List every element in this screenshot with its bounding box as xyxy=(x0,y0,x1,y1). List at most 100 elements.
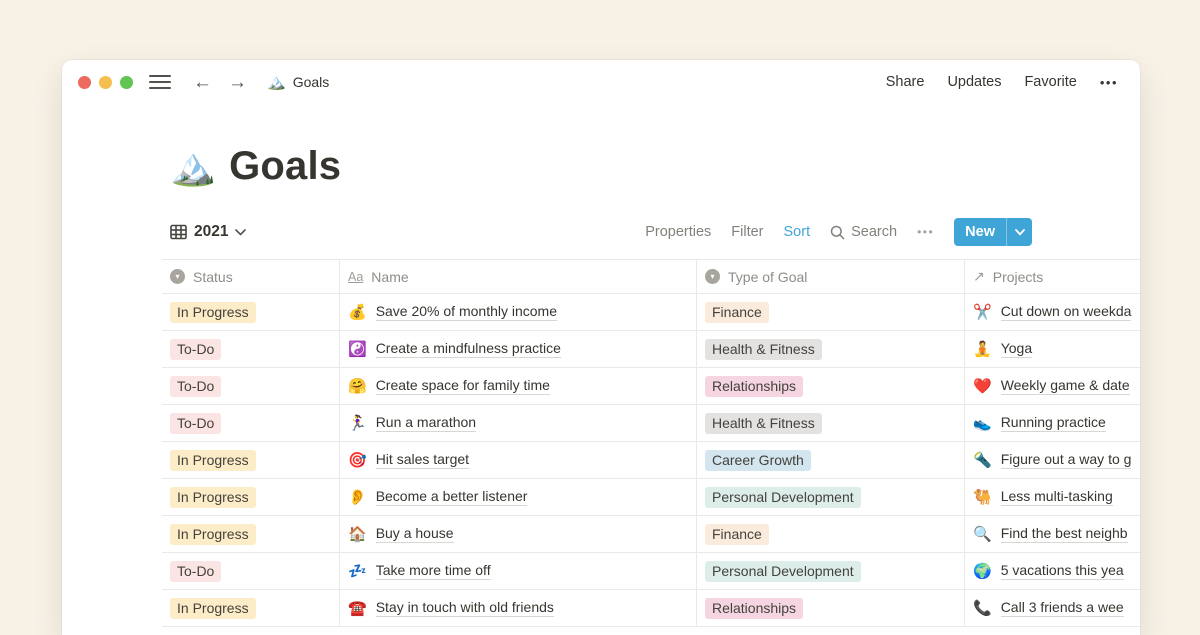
status-cell[interactable]: To-Do xyxy=(162,553,340,589)
back-arrow-icon[interactable]: ← xyxy=(193,73,212,92)
status-cell[interactable]: In Progress xyxy=(162,294,340,330)
table-row[interactable]: To-Do 🏃‍♀️ Run a marathon Health & Fitne… xyxy=(162,405,1140,442)
type-of-goal-cell[interactable]: Finance xyxy=(697,516,965,552)
name-cell[interactable]: 🤗 Create space for family time xyxy=(340,368,697,404)
goal-title-link[interactable]: Save 20% of monthly income xyxy=(376,303,557,321)
new-button-label[interactable]: New xyxy=(954,218,1006,246)
goal-title-link[interactable]: Create a mindfulness practice xyxy=(376,340,561,358)
status-badge[interactable]: To-Do xyxy=(170,413,221,434)
projects-cell[interactable]: 👟 Running practice xyxy=(965,405,1140,441)
type-badge[interactable]: Relationships xyxy=(705,376,803,397)
status-badge[interactable]: In Progress xyxy=(170,524,256,545)
status-badge[interactable]: To-Do xyxy=(170,561,221,582)
status-badge[interactable]: In Progress xyxy=(170,450,256,471)
status-cell[interactable]: In Progress xyxy=(162,590,340,626)
name-cell[interactable]: 🎯 Hit sales target xyxy=(340,442,697,478)
status-cell[interactable]: In Progress xyxy=(162,516,340,552)
status-cell[interactable]: In Progress xyxy=(162,442,340,478)
goal-title-link[interactable]: Stay in touch with old friends xyxy=(376,599,554,617)
status-cell[interactable]: To-Do xyxy=(162,405,340,441)
project-title-link[interactable]: Less multi-tasking xyxy=(1001,488,1113,506)
status-badge[interactable]: To-Do xyxy=(170,376,221,397)
status-badge[interactable]: In Progress xyxy=(170,487,256,508)
table-row[interactable]: To-Do 🤗 Create space for family time Rel… xyxy=(162,368,1140,405)
status-cell[interactable]: To-Do xyxy=(162,368,340,404)
goal-title-link[interactable]: Take more time off xyxy=(376,562,491,580)
favorite-button[interactable]: Favorite xyxy=(1024,74,1076,90)
column-header-status[interactable]: ▾ Status xyxy=(162,260,340,293)
more-options-icon[interactable]: ••• xyxy=(1100,75,1118,90)
filter-button[interactable]: Filter xyxy=(731,224,763,240)
project-title-link[interactable]: Call 3 friends a wee xyxy=(1001,599,1124,617)
projects-cell[interactable]: 🌍 5 vacations this yea xyxy=(965,553,1140,589)
name-cell[interactable]: 👂 Become a better listener xyxy=(340,479,697,515)
projects-cell[interactable]: 🔍 Find the best neighb xyxy=(965,516,1140,552)
updates-button[interactable]: Updates xyxy=(947,74,1001,90)
forward-arrow-icon[interactable]: → xyxy=(228,73,247,92)
status-badge[interactable]: In Progress xyxy=(170,302,256,323)
type-badge[interactable]: Health & Fitness xyxy=(705,339,822,360)
projects-cell[interactable]: 📞 Call 3 friends a wee xyxy=(965,590,1140,626)
type-of-goal-cell[interactable]: Career Growth xyxy=(697,442,965,478)
name-cell[interactable]: 🏃‍♀️ Run a marathon xyxy=(340,405,697,441)
view-more-icon[interactable]: ••• xyxy=(917,225,934,239)
table-row[interactable]: In Progress 🎯 Hit sales target Career Gr… xyxy=(162,442,1140,479)
name-cell[interactable]: 🏠 Buy a house xyxy=(340,516,697,552)
view-switcher[interactable]: 2021 xyxy=(170,223,246,241)
table-row[interactable]: In Progress 💰 Save 20% of monthly income… xyxy=(162,294,1140,331)
project-title-link[interactable]: Yoga xyxy=(1001,340,1032,358)
type-of-goal-cell[interactable]: Health & Fitness xyxy=(697,331,965,367)
type-of-goal-cell[interactable]: Health & Fitness xyxy=(697,405,965,441)
close-window-button[interactable] xyxy=(78,76,91,89)
type-badge[interactable]: Personal Development xyxy=(705,487,861,508)
status-cell[interactable]: To-Do xyxy=(162,331,340,367)
type-badge[interactable]: Career Growth xyxy=(705,450,811,471)
zoom-window-button[interactable] xyxy=(120,76,133,89)
type-badge[interactable]: Relationships xyxy=(705,598,803,619)
goal-title-link[interactable]: Create space for family time xyxy=(376,377,550,395)
goal-title-link[interactable]: Run a marathon xyxy=(376,414,476,432)
table-row[interactable]: To-Do ☯️ Create a mindfulness practice H… xyxy=(162,331,1140,368)
type-of-goal-cell[interactable]: Finance xyxy=(697,294,965,330)
project-title-link[interactable]: Find the best neighb xyxy=(1001,525,1128,543)
share-button[interactable]: Share xyxy=(886,74,925,90)
type-of-goal-cell[interactable]: Personal Development xyxy=(697,479,965,515)
projects-cell[interactable]: 🐫 Less multi-tasking xyxy=(965,479,1140,515)
table-row[interactable]: In Progress 🏠 Buy a house Finance 🔍 Find… xyxy=(162,516,1140,553)
projects-cell[interactable]: 🔦 Figure out a way to g xyxy=(965,442,1140,478)
type-badge[interactable]: Finance xyxy=(705,524,769,545)
type-badge[interactable]: Finance xyxy=(705,302,769,323)
status-cell[interactable]: In Progress xyxy=(162,479,340,515)
projects-cell[interactable]: 🧘 Yoga xyxy=(965,331,1140,367)
status-badge[interactable]: To-Do xyxy=(170,339,221,360)
type-of-goal-cell[interactable]: Relationships xyxy=(697,368,965,404)
search-button[interactable]: Search xyxy=(830,224,897,240)
table-row[interactable]: In Progress 👂 Become a better listener P… xyxy=(162,479,1140,516)
sidebar-menu-icon[interactable] xyxy=(149,75,171,89)
table-row[interactable]: In Progress ☎️ Stay in touch with old fr… xyxy=(162,590,1140,627)
column-header-type-of-goal[interactable]: ▾ Type of Goal xyxy=(697,260,965,293)
type-of-goal-cell[interactable]: Relationships xyxy=(697,590,965,626)
project-title-link[interactable]: Cut down on weekda xyxy=(1001,303,1132,321)
minimize-window-button[interactable] xyxy=(99,76,112,89)
projects-cell[interactable]: ✂️ Cut down on weekda xyxy=(965,294,1140,330)
new-button-caret[interactable] xyxy=(1007,218,1032,246)
type-badge[interactable]: Health & Fitness xyxy=(705,413,822,434)
goal-title-link[interactable]: Hit sales target xyxy=(376,451,469,469)
project-title-link[interactable]: Figure out a way to g xyxy=(1001,451,1132,469)
name-cell[interactable]: ☯️ Create a mindfulness practice xyxy=(340,331,697,367)
type-badge[interactable]: Personal Development xyxy=(705,561,861,582)
table-row[interactable]: To-Do 💤 Take more time off Personal Deve… xyxy=(162,553,1140,590)
name-cell[interactable]: 💰 Save 20% of monthly income xyxy=(340,294,697,330)
name-cell[interactable]: 💤 Take more time off xyxy=(340,553,697,589)
goal-title-link[interactable]: Buy a house xyxy=(376,525,454,543)
type-of-goal-cell[interactable]: Personal Development xyxy=(697,553,965,589)
sort-button[interactable]: Sort xyxy=(784,224,811,240)
page-mountain-icon[interactable]: 🏔️ xyxy=(170,148,216,185)
properties-button[interactable]: Properties xyxy=(645,224,711,240)
name-cell[interactable]: ☎️ Stay in touch with old friends xyxy=(340,590,697,626)
goal-title-link[interactable]: Become a better listener xyxy=(376,488,528,506)
breadcrumb[interactable]: 🏔️ Goals xyxy=(267,73,329,91)
projects-cell[interactable]: ❤️ Weekly game & date xyxy=(965,368,1140,404)
project-title-link[interactable]: Weekly game & date xyxy=(1001,377,1130,395)
